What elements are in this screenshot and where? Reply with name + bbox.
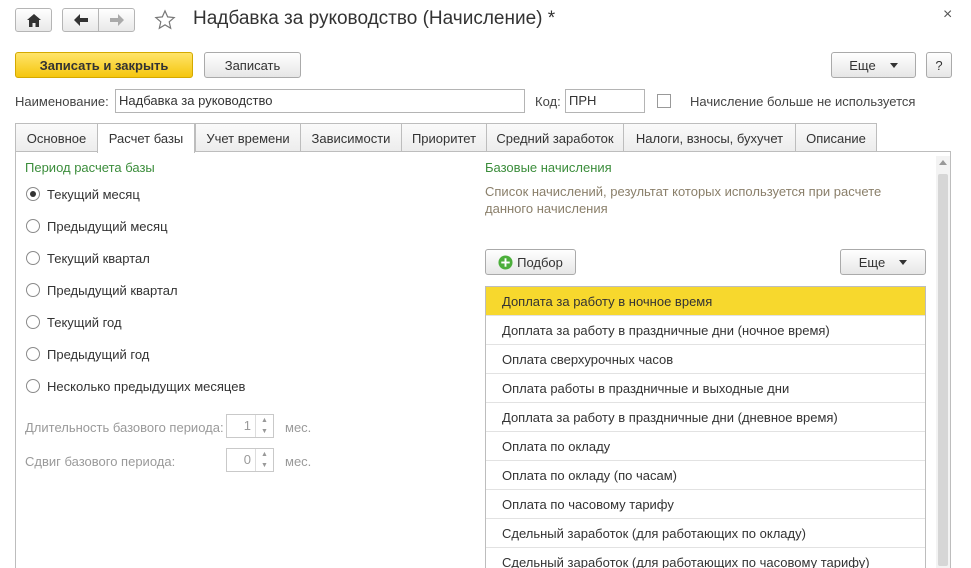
- radio-label[interactable]: Предыдущий год: [47, 347, 149, 362]
- pick-button[interactable]: Подбор: [485, 249, 576, 275]
- pick-button-label: Подбор: [517, 254, 563, 270]
- radio-label[interactable]: Текущий квартал: [47, 251, 150, 266]
- list-item[interactable]: Оплата по часовому тарифу: [486, 490, 925, 519]
- home-icon: [26, 13, 41, 27]
- shift-stepper[interactable]: 0 ▲ ▼: [226, 448, 274, 472]
- close-icon[interactable]: ×: [943, 6, 952, 24]
- chevron-down-icon: [889, 62, 898, 68]
- list-item[interactable]: Доплата за работу в праздничные дни (ноч…: [486, 316, 925, 345]
- stepper-arrows-icon[interactable]: ▲ ▼: [255, 449, 273, 471]
- code-label: Код:: [535, 94, 561, 109]
- tab-raschet-bazy[interactable]: Расчет базы: [97, 123, 195, 153]
- list-item[interactable]: Оплата сверхурочных часов: [486, 345, 925, 374]
- list-item[interactable]: Оплата по окладу: [486, 432, 925, 461]
- radio-current-year[interactable]: [26, 315, 40, 329]
- tab-uchet-vremeni[interactable]: Учет времени: [195, 123, 301, 152]
- add-icon: [498, 254, 513, 270]
- list-item[interactable]: Сдельный заработок (для работающих по ча…: [486, 548, 925, 568]
- arrow-right-icon: [109, 14, 124, 26]
- code-field[interactable]: ПРН: [565, 89, 645, 113]
- base-description: Список начислений, результат которых исп…: [485, 184, 882, 216]
- home-button[interactable]: [15, 8, 52, 32]
- radio-several-months[interactable]: [26, 379, 40, 393]
- forward-button[interactable]: [98, 8, 135, 32]
- more-button-label: Еще: [849, 57, 876, 73]
- scroll-up-icon[interactable]: [939, 160, 947, 165]
- name-label: Наименование:: [15, 94, 109, 109]
- list-item[interactable]: Оплата по окладу (по часам): [486, 461, 925, 490]
- arrow-left-icon: [73, 14, 88, 26]
- list-more-button[interactable]: Еще: [840, 249, 926, 275]
- duration-stepper[interactable]: 1 ▲ ▼: [226, 414, 274, 438]
- list-item[interactable]: Оплата работы в праздничные и выходные д…: [486, 374, 925, 403]
- unused-checkbox[interactable]: [657, 94, 671, 108]
- base-group-title: Базовые начисления: [485, 160, 612, 175]
- radio-current-quarter[interactable]: [26, 251, 40, 265]
- radio-label[interactable]: Текущий месяц: [47, 187, 140, 202]
- star-icon[interactable]: [154, 9, 176, 31]
- more-button[interactable]: Еще: [831, 52, 916, 78]
- shift-value: 0: [243, 452, 251, 467]
- duration-value: 1: [243, 418, 251, 433]
- vertical-scrollbar[interactable]: [936, 156, 950, 568]
- back-button[interactable]: [62, 8, 99, 32]
- shift-label: Сдвиг базового периода:: [25, 454, 176, 469]
- list-item[interactable]: Доплата за работу в ночное время: [486, 287, 925, 316]
- radio-label[interactable]: Несколько предыдущих месяцев: [47, 379, 245, 394]
- help-button[interactable]: ?: [926, 52, 952, 78]
- list-item[interactable]: Сдельный заработок (для работающих по ок…: [486, 519, 925, 548]
- duration-unit: мес.: [285, 420, 312, 435]
- radio-label[interactable]: Текущий год: [47, 315, 122, 330]
- name-field[interactable]: Надбавка за руководство: [115, 89, 525, 113]
- stepper-arrows-icon[interactable]: ▲ ▼: [255, 415, 273, 437]
- unused-label: Начисление больше не используется: [690, 94, 916, 109]
- radio-label[interactable]: Предыдущий квартал: [47, 283, 178, 298]
- radio-label[interactable]: Предыдущий месяц: [47, 219, 168, 234]
- duration-label: Длительность базового периода:: [25, 420, 224, 435]
- list-item[interactable]: Доплата за работу в праздничные дни (дне…: [486, 403, 925, 432]
- scroll-thumb[interactable]: [938, 174, 948, 566]
- radio-current-month[interactable]: [26, 187, 40, 201]
- base-accruals-list[interactable]: Доплата за работу в ночное время Доплата…: [485, 286, 926, 568]
- tab-zavisimosti[interactable]: Зависимости: [300, 123, 402, 152]
- list-more-label: Еще: [858, 254, 886, 270]
- save-button[interactable]: Записать: [204, 52, 301, 78]
- shift-unit: мес.: [285, 454, 312, 469]
- radio-previous-quarter[interactable]: [26, 283, 40, 297]
- radio-previous-month[interactable]: [26, 219, 40, 233]
- chevron-down-icon: [899, 259, 908, 265]
- tab-osnovnoe[interactable]: Основное: [15, 123, 98, 152]
- tab-sredniy-zarabotok[interactable]: Средний заработок: [486, 123, 624, 152]
- tab-nalogi[interactable]: Налоги, взносы, бухучет: [623, 123, 796, 152]
- tab-opisanie[interactable]: Описание: [795, 123, 877, 152]
- period-group-title: Период расчета базы: [25, 160, 155, 175]
- window-title: Надбавка за руководство (Начисление) *: [193, 8, 556, 29]
- save-and-close-button[interactable]: Записать и закрыть: [15, 52, 193, 78]
- radio-previous-year[interactable]: [26, 347, 40, 361]
- tab-prioritet[interactable]: Приоритет: [401, 123, 487, 152]
